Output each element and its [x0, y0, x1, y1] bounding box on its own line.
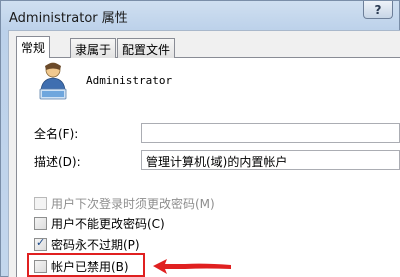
annotation-arrow-icon	[153, 259, 231, 274]
help-button[interactable]: ?	[363, 1, 393, 19]
user-icon	[39, 62, 67, 100]
checkbox-box[interactable]	[34, 236, 47, 251]
full-name-label: 全名(F):	[34, 127, 79, 141]
window-title: Administrator 属性	[9, 11, 128, 26]
checkbox-label: 用户不能更改密码(C)	[51, 217, 165, 231]
password-never-expires-checkbox[interactable]: 密码永不过期(P)	[34, 236, 140, 253]
checkbox-label: 用户下次登录时须更改密码(M)	[51, 197, 215, 211]
cannot-change-password-checkbox[interactable]: 用户不能更改密码(C)	[34, 215, 165, 232]
description-label: 描述(D):	[34, 155, 81, 169]
tab-member-of[interactable]: 隶属于	[70, 38, 117, 58]
must-change-password-checkbox[interactable]: 用户下次登录时须更改密码(M)	[34, 195, 215, 212]
description-field[interactable]: 管理计算机(域)的内置帐户	[141, 150, 400, 170]
tab-profile[interactable]: 配置文件	[117, 38, 176, 58]
full-name-field[interactable]	[141, 123, 400, 143]
checkbox-label: 密码永不过期(P)	[51, 238, 140, 252]
user-name: Administrator	[86, 74, 173, 87]
checkbox-box[interactable]	[34, 197, 47, 210]
annotation-highlight-box	[27, 253, 145, 277]
tab-general[interactable]: 常规	[16, 36, 51, 58]
checkbox-box[interactable]	[34, 217, 47, 230]
